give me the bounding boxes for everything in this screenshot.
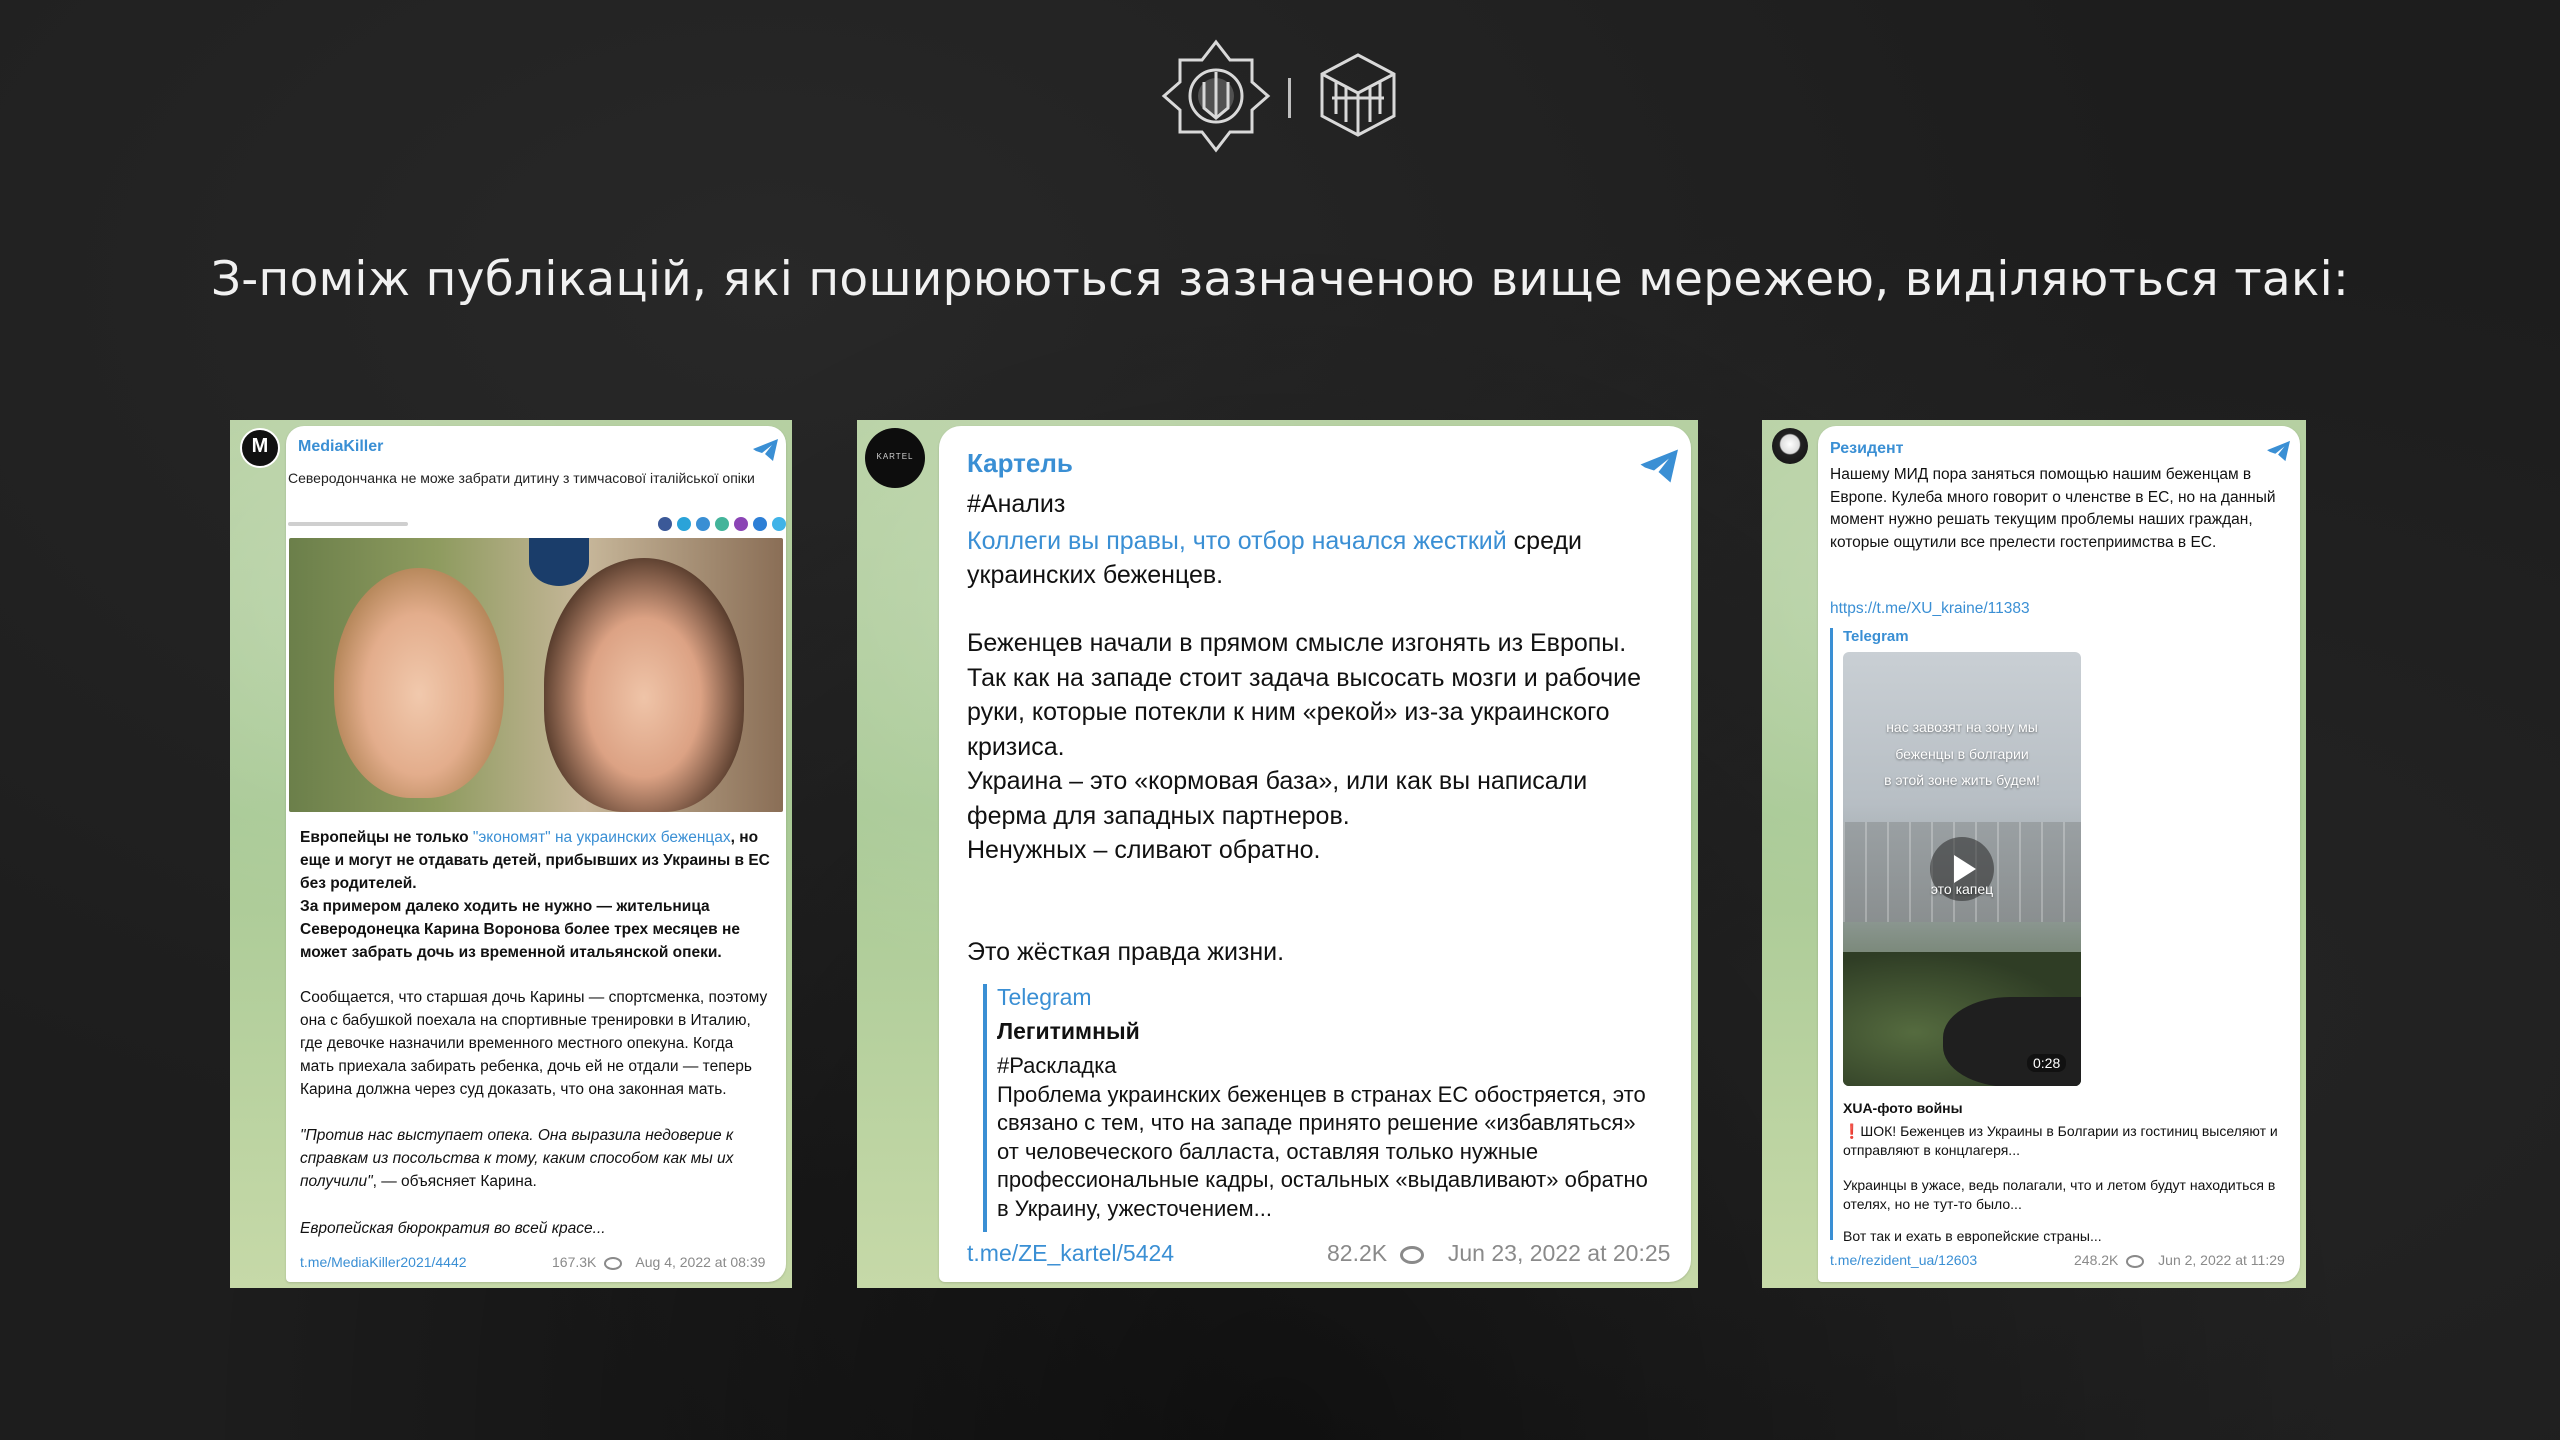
channel-name[interactable]: MediaKiller: [298, 438, 383, 456]
post-meta: 167.3K Aug 4, 2022 at 08:39: [552, 1254, 765, 1270]
eye-icon: [1399, 1245, 1424, 1264]
photo-person-girl: [334, 568, 504, 798]
quote-text-2: Украинцы в ужасе, ведь полагали, что и л…: [1843, 1177, 2276, 1212]
forwarded-quote[interactable]: Telegram нас завозят на зону мы беженцы …: [1830, 628, 2293, 1244]
post-closing: Европейская бюрократия во всей красе...: [300, 1220, 606, 1237]
view-count: 167.3K: [552, 1254, 597, 1270]
post-date: Jun 23, 2022 at 20:25: [1447, 1240, 1671, 1266]
quote-text: ❗ШОК! Беженцев из Украины в Болгарии из …: [1843, 1123, 2278, 1158]
channel-name[interactable]: Картель: [967, 448, 1073, 479]
article-photo[interactable]: [289, 538, 783, 812]
quote-text-3: Вот так и ехать в европейские страны...: [1843, 1228, 2102, 1244]
video-caption-2: это капец: [1930, 881, 1994, 897]
article-meta-line: [288, 522, 408, 526]
logo-divider: [1288, 78, 1291, 118]
message-bubble: Резидент Нашему МИД пора заняться помощь…: [1818, 426, 2300, 1282]
ukraine-trident-emblem-icon: [1161, 39, 1271, 153]
header-logos: [1160, 38, 1400, 158]
view-count: 248.2K: [2074, 1252, 2119, 1268]
post-lead: Европейцы не только "экономят" на украин…: [300, 829, 770, 961]
post-date: Aug 4, 2022 at 08:39: [635, 1254, 766, 1270]
telegram-post-kartel: KARTEL Картель #Анализ Коллеги вы правы,…: [857, 420, 1698, 1288]
photo-ear-decoration: [529, 538, 589, 586]
post-url[interactable]: https://t.me/XU_kraine/11383: [1830, 600, 2030, 618]
post-text: Нашему МИД пора заняться помощью нашим б…: [1830, 466, 2280, 551]
telegram-post-rezident: Резидент Нашему МИД пора заняться помощь…: [1762, 420, 2306, 1288]
channel-avatar[interactable]: M: [240, 428, 280, 468]
quote-source: Telegram: [997, 984, 1092, 1010]
video-duration: 0:28: [2027, 1054, 2067, 1072]
messenger-share-icon[interactable]: [753, 517, 767, 531]
video-thumbnail[interactable]: нас завозят на зону мы беженцы в болгари…: [1843, 652, 2081, 1086]
instagram-share-icon[interactable]: [734, 517, 748, 531]
telegram-plane-icon[interactable]: [752, 438, 780, 462]
quote-text: #Раскладка Проблема украинских беженцев …: [997, 1053, 1648, 1221]
quote-source: Telegram: [1843, 628, 1909, 645]
post-date: Jun 2, 2022 at 11:29: [2158, 1252, 2285, 1268]
post-quote: "Против нас выступает опека. Она выразил…: [300, 1127, 738, 1190]
whatsapp-share-icon[interactable]: [715, 517, 729, 531]
post-link[interactable]: t.me/MediaKiller2021/4442: [300, 1254, 467, 1270]
view-count: 82.2K: [1327, 1240, 1388, 1266]
telegram-share-icon[interactable]: [677, 517, 691, 531]
post-meta: 248.2K Jun 2, 2022 at 11:29: [2074, 1252, 2285, 1268]
video-caption: нас завозят на зону мы беженцы в болгари…: [1884, 719, 2040, 789]
facebook-share-icon[interactable]: [658, 517, 672, 531]
post-body: Беженцев начали в прямом смысле изгонять…: [967, 629, 1642, 864]
page-headline: З-поміж публікацій, які поширюються зазн…: [210, 252, 2350, 307]
channel-avatar[interactable]: KARTEL: [865, 428, 925, 488]
share-buttons: [658, 517, 786, 531]
post-conclusion: Это жёсткая правда жизни.: [967, 938, 1285, 966]
post-body: Сообщается, что старшая дочь Карины — сп…: [300, 989, 772, 1098]
quote-title: Легитимный: [997, 1018, 1140, 1044]
forwarded-quote[interactable]: Telegram Легитимный #Раскладка Проблема …: [983, 984, 1659, 1232]
post-link[interactable]: t.me/ZE_kartel/5424: [967, 1240, 1174, 1267]
post-intro: Коллеги вы правы, что отбор начался жест…: [967, 527, 1589, 589]
telegram-plane-icon[interactable]: [2266, 440, 2292, 462]
message-bubble: MediaKiller Северодончанка не може забра…: [286, 426, 786, 1282]
article-title: Северодончанка не може забрати дитину з …: [288, 470, 755, 486]
eye-icon: [2126, 1254, 2145, 1268]
quote-title: XUA-фото войны: [1843, 1100, 1963, 1116]
post-hashtag: #Анализ: [967, 490, 1066, 518]
telegram-post-mediakiller: M MediaKiller Северодончанка не може заб…: [230, 420, 792, 1288]
twitter-share-icon[interactable]: [772, 517, 786, 531]
post-link[interactable]: t.me/rezident_ua/12603: [1830, 1252, 1977, 1268]
channel-name[interactable]: Резидент: [1830, 440, 1904, 458]
channel-avatar[interactable]: [1772, 428, 1808, 464]
cube-emblem-icon: [1320, 53, 1396, 137]
message-bubble: Картель #Анализ Коллеги вы правы, что от…: [939, 426, 1691, 1282]
post-meta: 82.2K Jun 23, 2022 at 20:25: [1327, 1240, 1670, 1267]
eye-icon: [604, 1256, 623, 1270]
viber-share-icon[interactable]: [696, 517, 710, 531]
telegram-plane-icon[interactable]: [1639, 448, 1681, 484]
video-object: [1943, 997, 2081, 1086]
photo-person-woman: [544, 558, 744, 812]
